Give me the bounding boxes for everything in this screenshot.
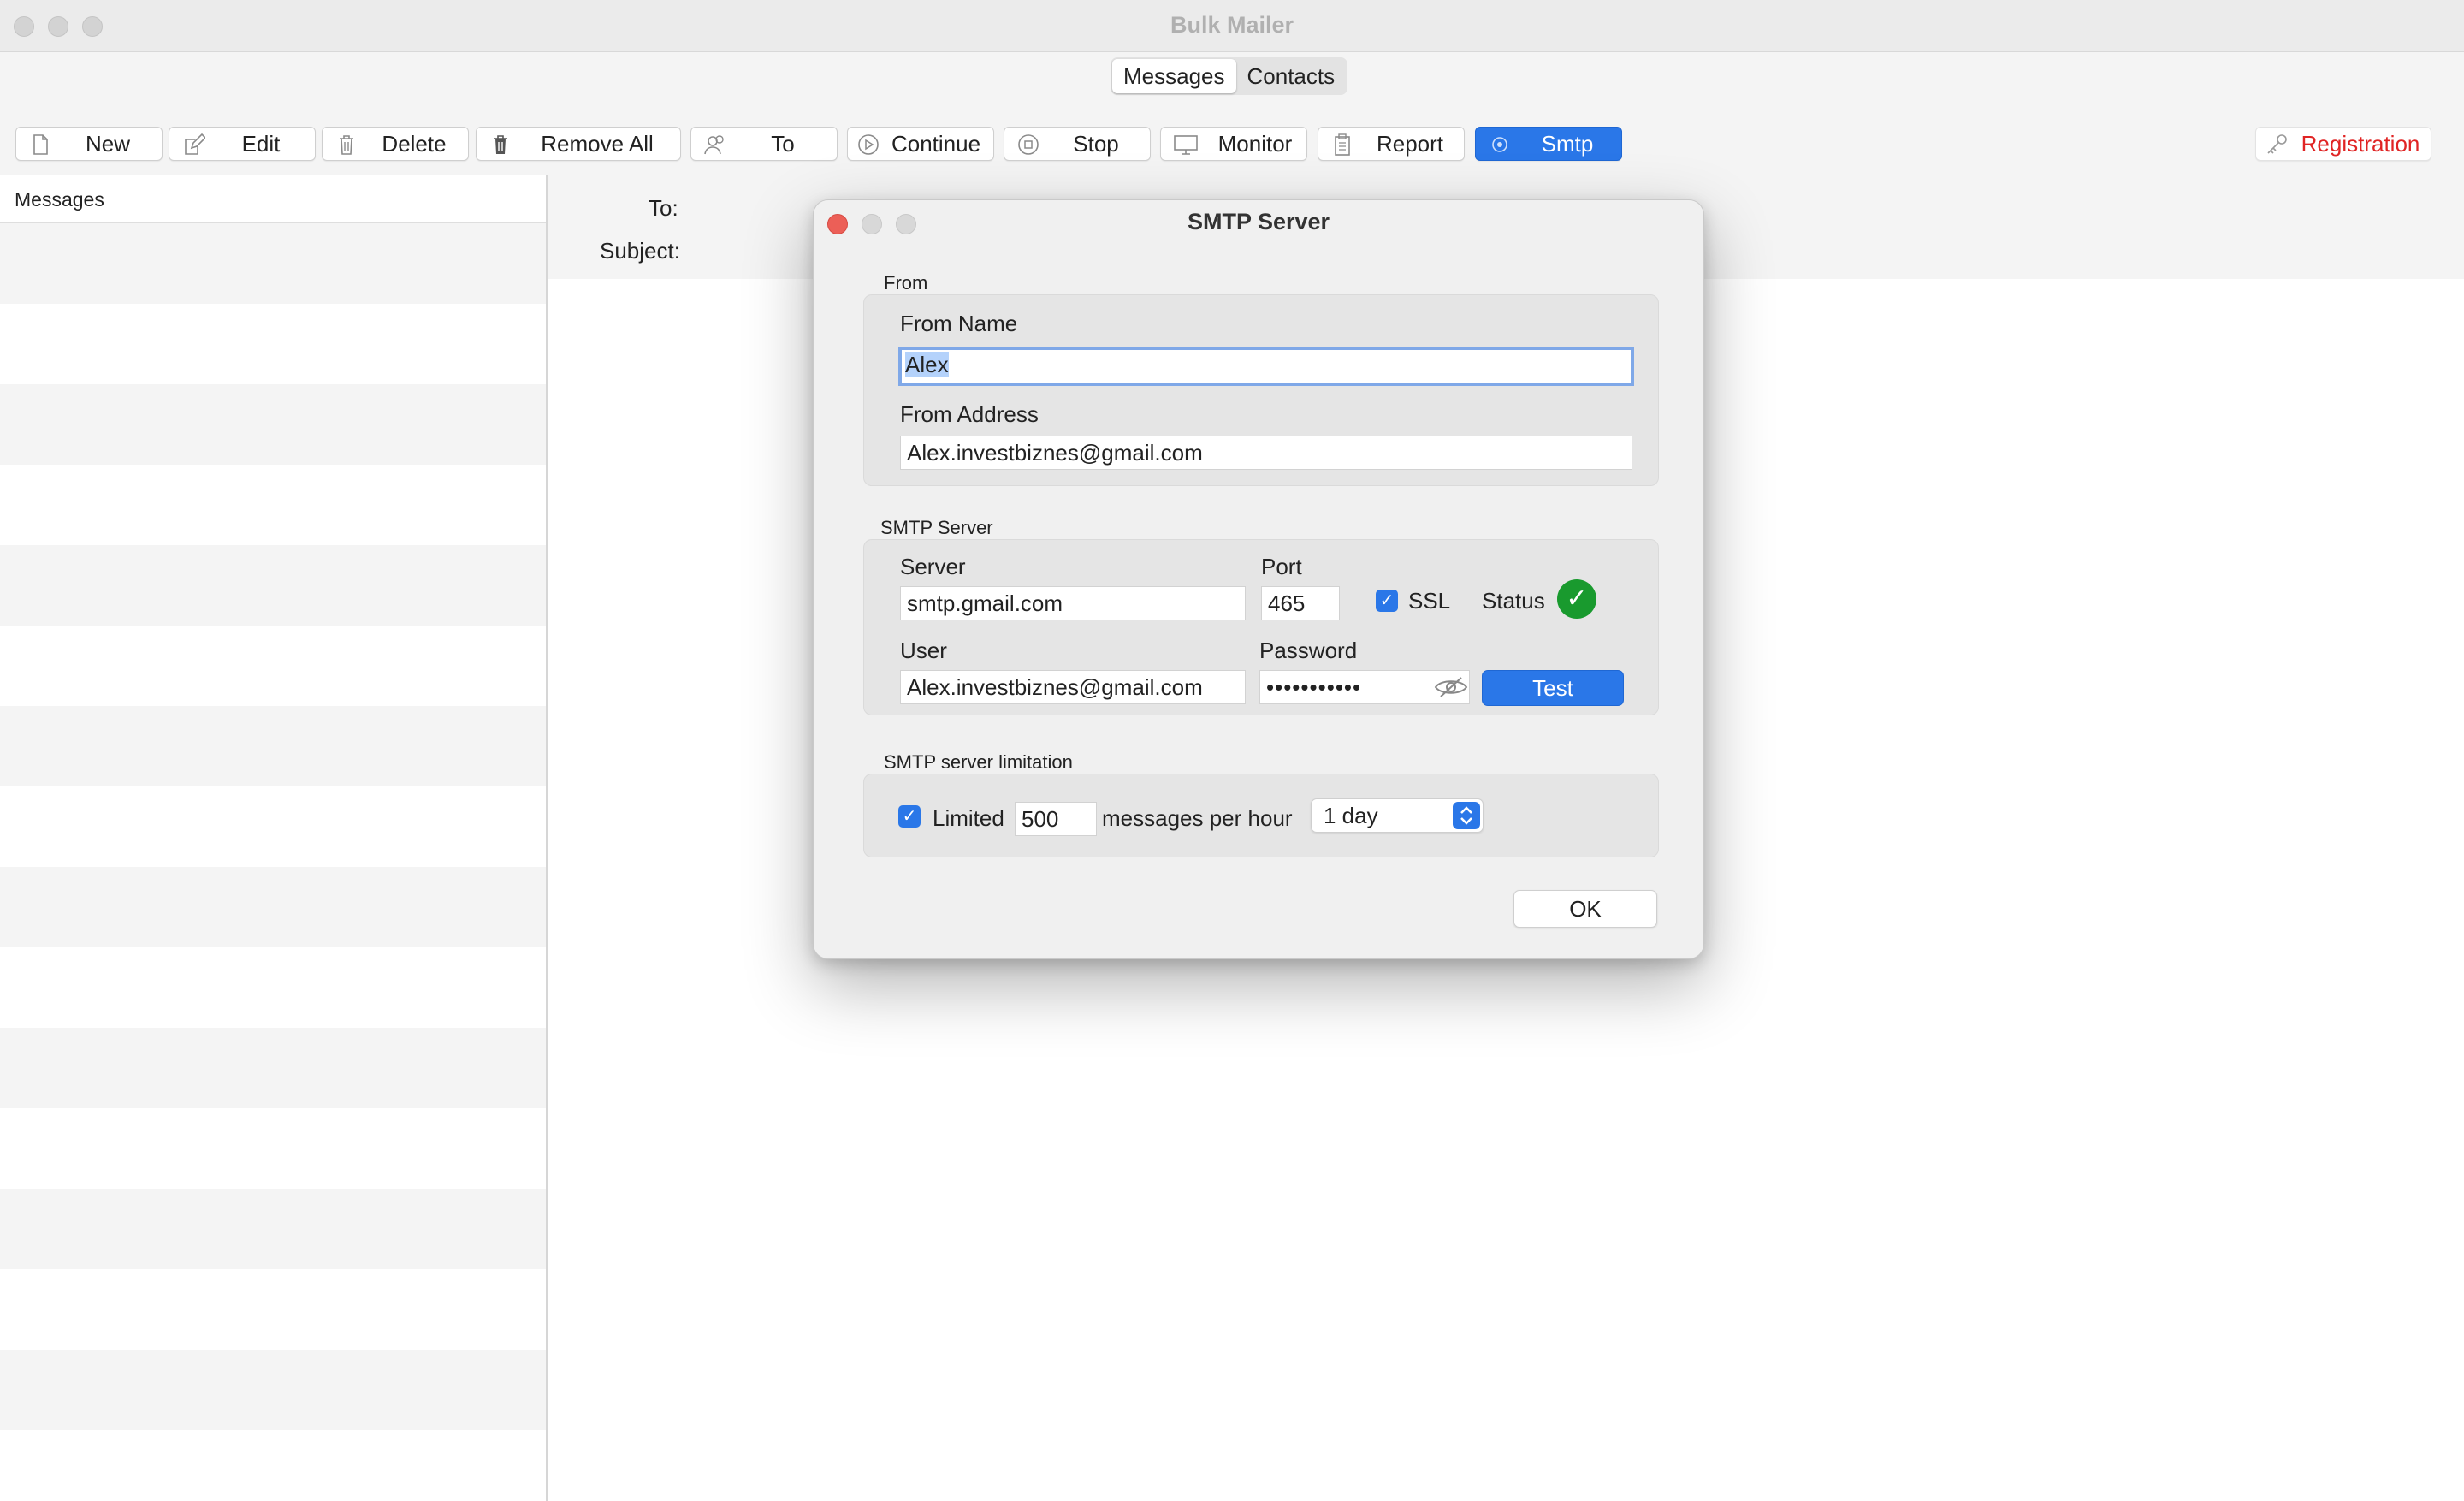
from-address-input[interactable]: Alex.investbiznes@gmail.com [900,436,1632,470]
view-switcher: Messages Contacts [1111,57,1348,95]
list-row [0,947,546,1028]
smtp-button-label: Smtp [1541,131,1594,157]
chevron-updown-icon [1453,802,1480,829]
limit-group: ✓ Limited 500 messages per hour 1 day [863,774,1659,857]
list-row [0,1189,546,1269]
password-value: ••••••••••• [1266,674,1362,700]
monitor-icon [1174,135,1198,155]
from-group: From Name Alex From Address Alex.investb… [863,294,1659,486]
user-label: User [900,638,947,663]
list-row [0,1108,546,1189]
ok-button[interactable]: OK [1513,890,1657,928]
edit-button[interactable]: Edit [169,127,316,161]
trash-icon [340,135,353,155]
server-label: Server [900,554,966,579]
messages-list-header: Messages [0,175,546,223]
list-row [0,626,546,706]
eye-slash-icon[interactable] [1434,675,1468,699]
smtp-group: Server smtp.gmail.com Port 465 ✓ SSL Sta… [863,539,1659,715]
stop-circle-icon [1018,134,1039,155]
status-ok-icon: ✓ [1557,579,1596,619]
from-address-label: From Address [900,401,1039,427]
subject-label: Subject: [600,238,680,264]
edit-button-label: Edit [241,131,281,157]
new-button-label: New [85,131,130,157]
play-circle-icon [858,134,879,155]
password-label: Password [1259,638,1358,663]
status-label: Status [1482,588,1545,614]
stop-button-label: Stop [1073,131,1119,157]
to-button-label: To [771,131,795,157]
list-row [0,706,546,786]
from-name-value: Alex [905,352,949,377]
delete-button-label: Delete [382,131,447,157]
title-bar: Bulk Mailer [0,0,2464,52]
contacts-icon [704,135,724,155]
list-row [0,545,546,626]
smtp-server-dialog: SMTP Server From From Name Alex From Add… [813,199,1704,959]
limited-label: Limited [933,805,1004,831]
list-row [0,786,546,867]
user-input[interactable]: Alex.investbiznes@gmail.com [900,670,1246,704]
smtp-button[interactable]: Smtp [1475,127,1622,161]
limit-section-label: SMTP server limitation [884,751,1073,773]
clipboard-icon [1335,133,1350,156]
from-name-label: From Name [900,311,1018,336]
stop-button[interactable]: Stop [1004,127,1151,161]
list-row [0,867,546,947]
delete-button[interactable]: Delete [322,127,469,161]
server-gear-icon [1492,137,1507,152]
list-row [0,465,546,545]
smtp-section-label: SMTP Server [880,517,993,538]
period-select[interactable]: 1 day [1311,798,1484,833]
list-row [0,1430,546,1501]
limit-input[interactable]: 500 [1015,802,1097,836]
list-row [0,384,546,465]
key-icon [2267,134,2287,154]
monitor-button[interactable]: Monitor [1160,127,1307,161]
edit-pencil-icon [185,133,205,155]
from-name-input[interactable]: Alex [898,347,1634,386]
tab-contacts[interactable]: Contacts [1236,59,1347,93]
tab-messages[interactable]: Messages [1112,59,1236,93]
messages-list-rows [0,223,546,1501]
continue-button[interactable]: Continue [847,127,994,161]
dialog-title: SMTP Server [1187,209,1330,234]
server-input[interactable]: smtp.gmail.com [900,586,1246,620]
limit-unit-label: messages per hour [1102,805,1293,831]
registration-button[interactable]: Registration [2255,127,2431,161]
test-button[interactable]: Test [1482,670,1624,706]
list-row [0,1350,546,1430]
monitor-button-label: Monitor [1217,131,1293,157]
ssl-label: SSL [1408,588,1451,614]
from-section-label: From [884,272,928,294]
report-button-label: Report [1376,131,1444,157]
to-label: To: [649,195,678,221]
period-value: 1 day [1324,803,1378,828]
list-row [0,1028,546,1108]
port-label: Port [1261,554,1302,579]
trash-filled-icon [494,135,507,154]
list-row [0,1269,546,1350]
remove-all-button[interactable]: Remove All [476,127,681,161]
ssl-checkbox[interactable]: ✓ [1376,590,1398,612]
new-document-icon [33,134,48,155]
report-button[interactable]: Report [1318,127,1465,161]
window-title: Bulk Mailer [1170,12,1294,38]
new-button[interactable]: New [15,127,163,161]
messages-list[interactable]: Messages [0,175,548,1501]
port-input[interactable]: 465 [1261,586,1340,620]
limited-checkbox[interactable]: ✓ [898,805,921,828]
registration-button-label: Registration [2301,131,2420,157]
continue-button-label: Continue [891,131,981,157]
to-button[interactable]: To [690,127,838,161]
remove-all-button-label: Remove All [541,131,654,157]
list-row [0,223,546,304]
list-row [0,304,546,384]
